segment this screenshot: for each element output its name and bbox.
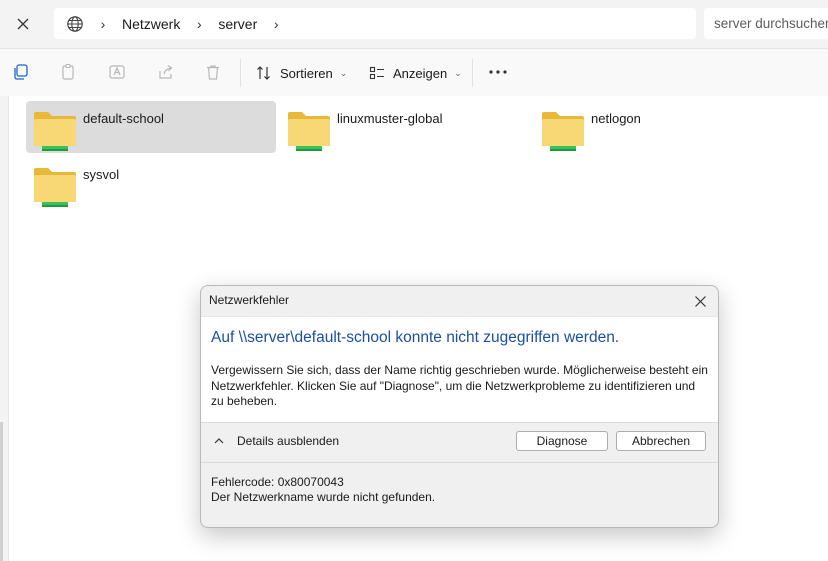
folder-item-netlogon[interactable]: netlogon xyxy=(534,101,784,153)
folder-item-linuxmuster-global[interactable]: linuxmuster-global xyxy=(280,101,530,153)
globe-icon xyxy=(67,15,83,32)
folder-name: sysvol xyxy=(83,167,120,182)
chevron-right-icon[interactable]: › xyxy=(194,16,204,32)
chevron-right-icon[interactable]: › xyxy=(271,16,281,32)
delete-icon[interactable] xyxy=(202,61,224,83)
toolbar-divider xyxy=(472,59,473,87)
search-input[interactable] xyxy=(714,16,828,31)
chevron-up-icon xyxy=(214,438,224,444)
chevron-down-icon: ⌄ xyxy=(339,67,348,78)
sort-icon xyxy=(257,66,270,80)
folder-name: linuxmuster-global xyxy=(337,111,443,126)
view-label: Anzeigen xyxy=(393,65,448,81)
folder-name: default-school xyxy=(83,111,164,126)
view-icon xyxy=(369,66,384,80)
dialog-footer: Details ausblenden Diagnose Abbrechen xyxy=(201,422,718,462)
close-icon[interactable] xyxy=(10,12,36,36)
search-box[interactable] xyxy=(704,8,828,39)
details-toggle[interactable]: Details ausblenden xyxy=(213,434,339,448)
chevron-down-icon: ⌄ xyxy=(454,67,462,78)
diagnose-button[interactable]: Diagnose xyxy=(516,431,608,451)
details-toggle-label: Details ausblenden xyxy=(237,434,340,448)
error-text: Der Netzwerkname wurde nicht gefunden. xyxy=(211,490,436,504)
dialog-message: Vergewissern Sie sich, dass der Name ric… xyxy=(211,363,708,408)
shared-folder-icon xyxy=(34,112,76,151)
dialog-body: Auf \\server\default-school konnte nicht… xyxy=(201,316,718,423)
shared-folder-icon xyxy=(288,112,330,151)
toolbar-divider xyxy=(240,59,241,87)
more-options-icon[interactable] xyxy=(487,61,509,83)
network-error-dialog: Netzwerkfehler Auf \\server\default-scho… xyxy=(200,285,719,528)
paste-icon[interactable] xyxy=(57,61,79,83)
folder-name: netlogon xyxy=(591,111,641,126)
breadcrumb-item-netzwerk[interactable]: Netzwerk xyxy=(122,16,180,32)
dialog-close-icon[interactable] xyxy=(690,291,710,311)
shared-folder-icon xyxy=(542,112,584,151)
cancel-button[interactable]: Abbrechen xyxy=(616,431,706,451)
dialog-heading: Auf \\server\default-school konnte nicht… xyxy=(211,329,620,346)
folder-item-sysvol[interactable]: sysvol xyxy=(26,157,276,209)
chevron-right-icon[interactable]: › xyxy=(98,16,108,32)
breadcrumb-item-server[interactable]: server xyxy=(218,16,257,32)
sort-label: Sortieren xyxy=(280,65,333,81)
dialog-title: Netzwerkfehler xyxy=(209,293,290,307)
command-bar: Sortieren ⌄ Anzeigen ⌄ xyxy=(0,49,828,96)
folder-item-default-school[interactable]: default-school xyxy=(26,101,276,153)
shared-folder-icon xyxy=(34,168,76,207)
error-code: Fehlercode: 0x80070043 xyxy=(211,475,344,489)
navigation-pane-edge xyxy=(0,96,9,561)
address-bar: › Netzwerk › server › xyxy=(0,0,828,49)
scrollbar[interactable] xyxy=(0,422,3,561)
breadcrumb[interactable]: › Netzwerk › server › xyxy=(54,8,696,39)
sort-button[interactable]: Sortieren ⌄ xyxy=(256,59,347,87)
share-icon[interactable] xyxy=(155,61,177,83)
new-item-icon[interactable] xyxy=(10,61,32,83)
dialog-details: Fehlercode: 0x80070043 Der Netzwerkname … xyxy=(201,462,718,527)
view-button[interactable]: Anzeigen ⌄ xyxy=(369,59,462,87)
rename-icon[interactable] xyxy=(106,61,128,83)
